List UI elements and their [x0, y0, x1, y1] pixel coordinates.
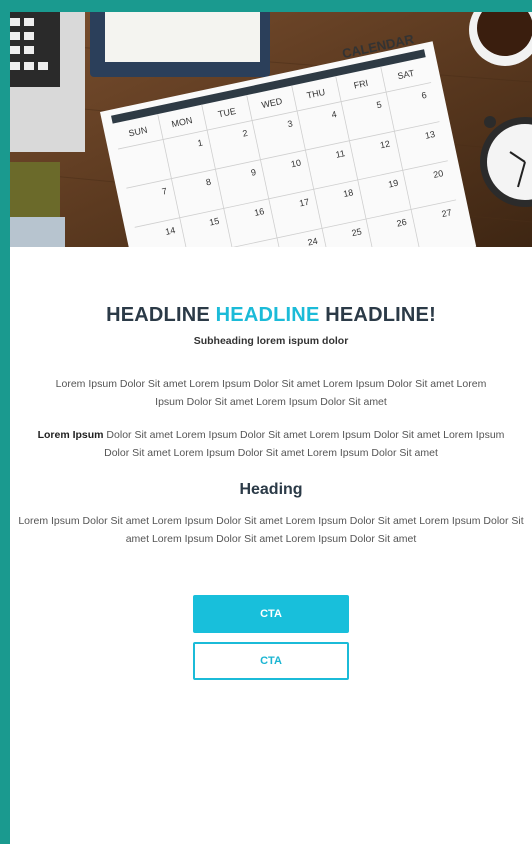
calendar-date: 26	[396, 217, 408, 229]
headline-part-3: HEADLINE!	[319, 304, 436, 326]
laptop	[10, 12, 85, 152]
calendar-date: 14	[164, 225, 176, 237]
hero-photo-calendar: CALENDAR SUNMONTUEWEDTHUFRISAT 123456789…	[10, 12, 532, 247]
headline-accent: HEADLINE	[215, 304, 320, 326]
main-content: HEADLINE HEADLINE HEADLINE! Subheading l…	[10, 247, 532, 680]
paragraph-2-body: Dolor Sit amet Lorem Ipsum Dolor Sit ame…	[103, 429, 505, 459]
paragraph-1: Lorem Ipsum Dolor Sit amet Lorem Ipsum D…	[55, 378, 487, 408]
calendar-date: 18	[342, 187, 354, 199]
calendar-date: 17	[298, 197, 310, 209]
calendar-date: 19	[387, 178, 399, 190]
calendar-date: 13	[424, 129, 436, 141]
cta-primary-button[interactable]: CTA	[193, 595, 349, 633]
paragraph-3: Lorem Ipsum Dolor Sit amet Lorem Ipsum D…	[18, 515, 524, 545]
headline-part-1: HEADLINE	[106, 304, 216, 326]
calendar-date: 24	[307, 236, 319, 247]
paragraph-2: Lorem Ipsum Dolor Sit amet Lorem Ipsum D…	[30, 426, 512, 462]
headline: HEADLINE HEADLINE HEADLINE!	[10, 304, 532, 327]
subheading: Subheading lorem ispum dolor	[193, 335, 349, 347]
calendar-date: 12	[379, 139, 391, 151]
calendar-date: 27	[441, 207, 453, 219]
cta-group: CTA CTA	[10, 595, 532, 680]
paragraph-2-lead: Lorem Ipsum	[37, 429, 104, 441]
calendar-date: 15	[208, 216, 220, 228]
calendar-date: 10	[290, 157, 302, 169]
calendar-date: 16	[253, 206, 265, 218]
calendar-date: 20	[432, 168, 444, 180]
hero-image: CALENDAR SUN MON TUE WED THU FRI SAT 123456789…	[10, 12, 532, 247]
calendar-date: 25	[351, 226, 363, 238]
email-template: CALENDAR SUN MON TUE WED THU FRI SAT 123456789…	[10, 12, 532, 844]
section-heading: Heading	[239, 481, 303, 498]
cta-secondary-button[interactable]: CTA	[193, 642, 349, 680]
